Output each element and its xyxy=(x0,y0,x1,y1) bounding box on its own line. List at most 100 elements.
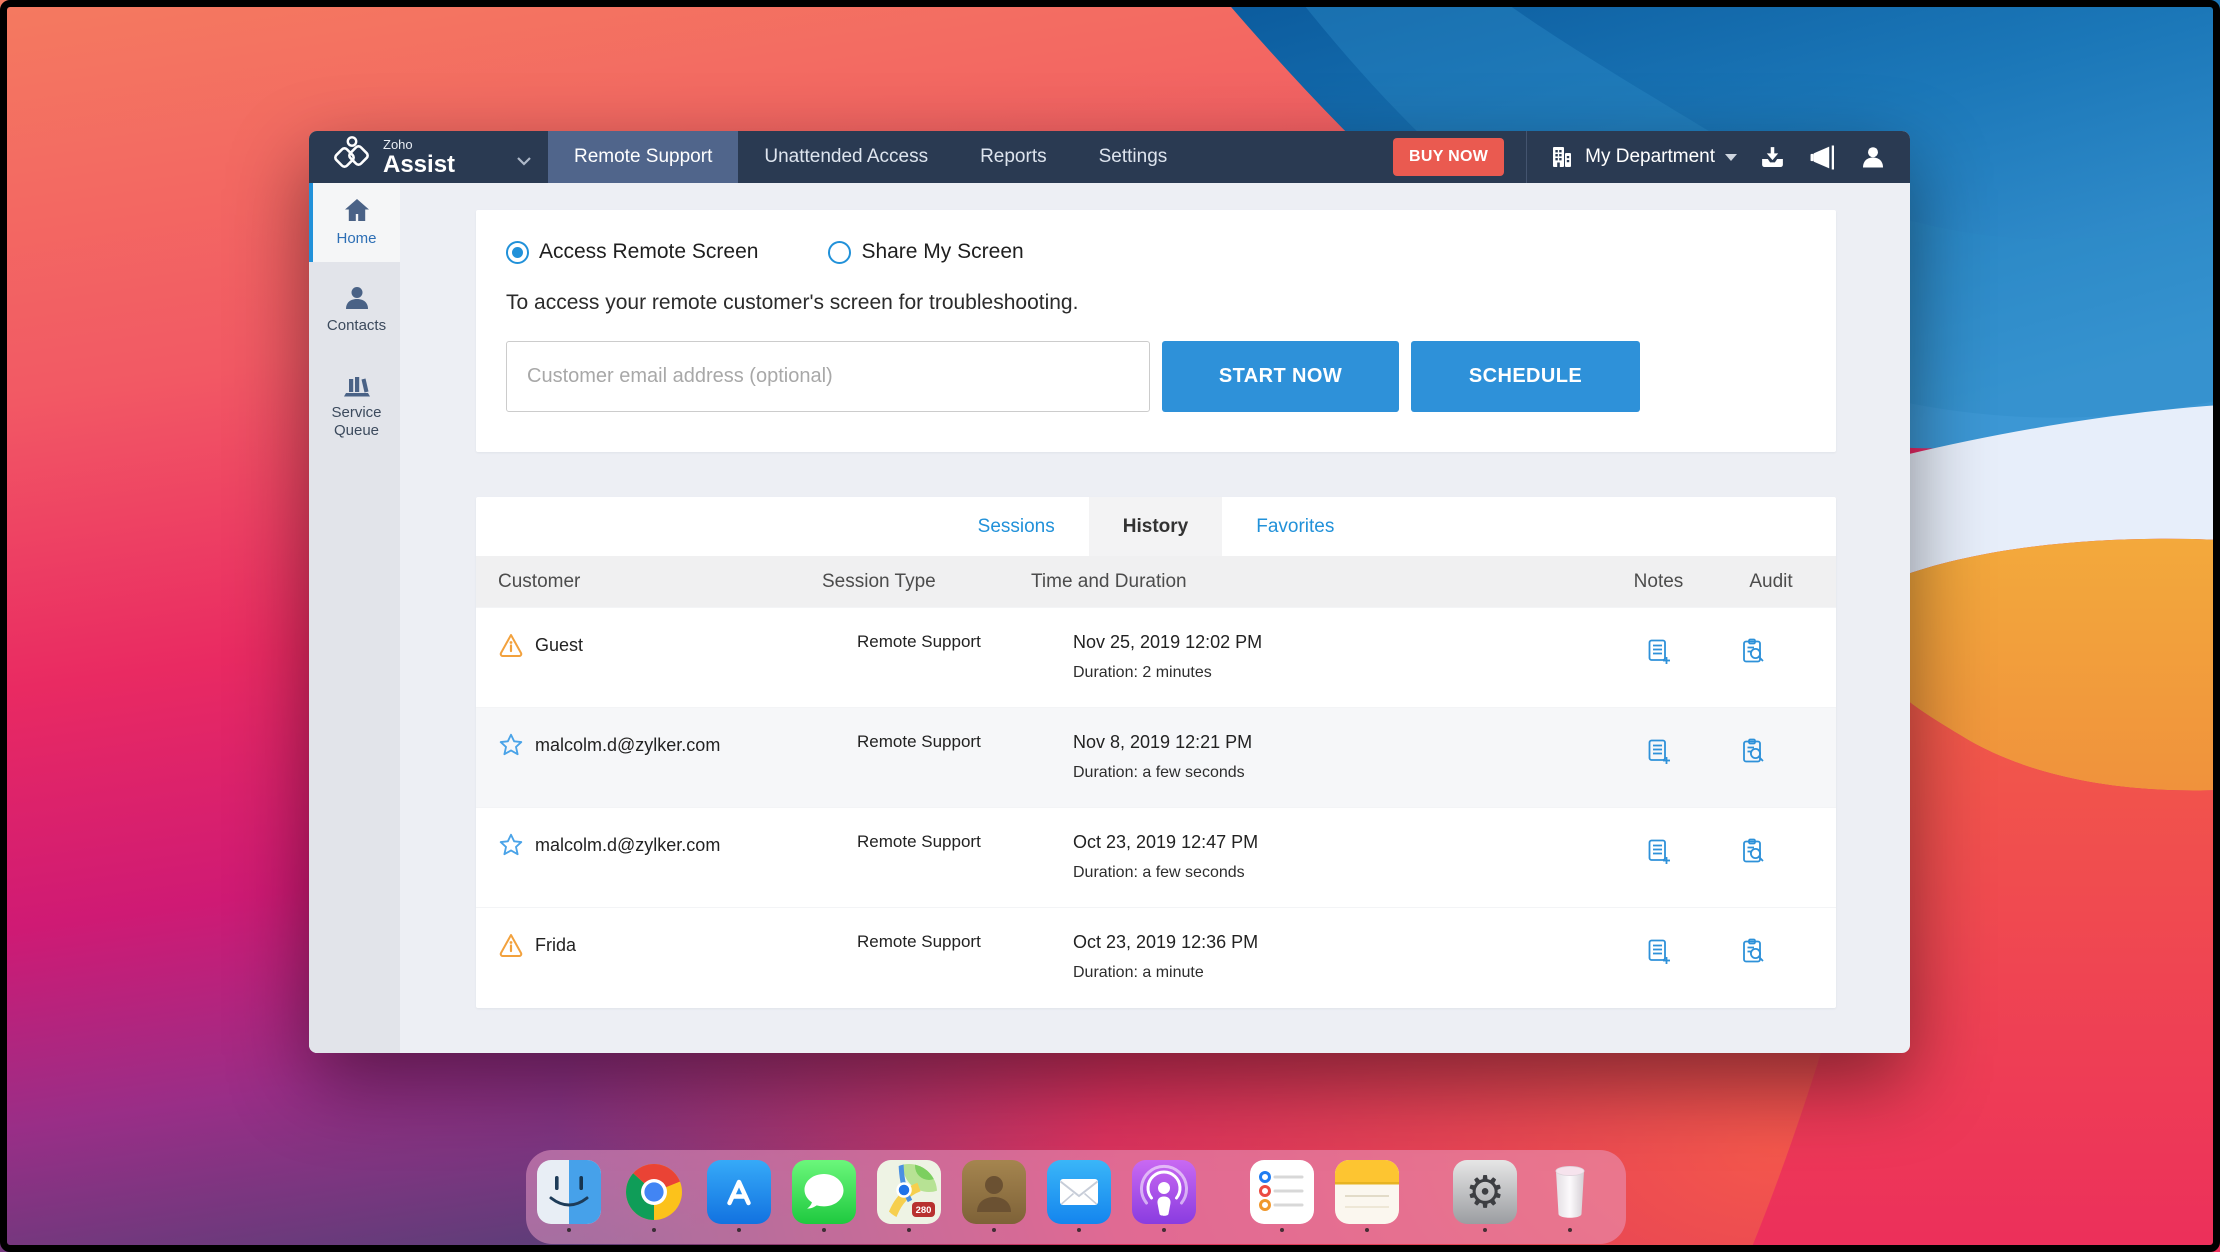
dock-notes[interactable] xyxy=(1335,1160,1399,1232)
session-type: Remote Support xyxy=(857,932,981,951)
dock-trash[interactable] xyxy=(1538,1160,1602,1232)
nav-tab-settings[interactable]: Settings xyxy=(1073,131,1194,183)
dock-finder[interactable] xyxy=(537,1160,601,1232)
app-brand[interactable]: Zoho Assist xyxy=(309,131,548,183)
history-table-row: malcolm.d@zylker.com Remote Support Nov … xyxy=(476,707,1836,807)
tab-sessions[interactable]: Sessions xyxy=(944,497,1089,556)
dock-messages[interactable] xyxy=(792,1160,856,1232)
trash-icon xyxy=(1555,1166,1585,1218)
service-queue-icon xyxy=(343,376,370,396)
dock-mail[interactable] xyxy=(1047,1160,1111,1232)
nav-tab-remote-support[interactable]: Remote Support xyxy=(548,131,739,183)
history-tabbar: Sessions History Favorites xyxy=(476,497,1836,556)
running-indicator xyxy=(1162,1228,1166,1232)
share-my-screen-option[interactable]: Share My Screen xyxy=(828,240,1024,264)
customer-name: Frida xyxy=(535,934,577,955)
running-indicator xyxy=(1568,1228,1572,1232)
time-and-duration: Nov 8, 2019 12:21 PM Duration: a few sec… xyxy=(1021,708,1611,782)
running-indicator xyxy=(1280,1228,1284,1232)
session-time: Oct 23, 2019 12:36 PM xyxy=(1073,932,1259,952)
sidebar-item-label: Home xyxy=(336,230,377,247)
mail-icon xyxy=(1047,1160,1111,1224)
sidebar-item-home[interactable]: Home xyxy=(309,183,400,262)
chrome-icon xyxy=(626,1164,682,1220)
customer-name: malcolm.d@zylker.com xyxy=(535,734,721,755)
messages-icon xyxy=(792,1160,856,1224)
maps-route-badge: 280 xyxy=(916,1205,932,1216)
department-building-icon xyxy=(1553,147,1572,167)
add-note-icon[interactable] xyxy=(1611,708,1706,765)
tab-history[interactable]: History xyxy=(1088,497,1223,556)
add-note-icon[interactable] xyxy=(1611,608,1706,665)
history-table-row: Frida Remote Support Oct 23, 2019 12:36 … xyxy=(476,907,1836,1007)
session-duration: Duration: 2 minutes xyxy=(1073,664,1212,681)
user-profile-icon[interactable] xyxy=(1860,144,1886,170)
tab-favorites[interactable]: Favorites xyxy=(1222,497,1368,556)
sidebar-item-contacts[interactable]: Contacts xyxy=(309,270,400,349)
contacts-icon xyxy=(345,286,368,309)
audit-icon[interactable] xyxy=(1706,908,1836,965)
running-indicator xyxy=(822,1228,826,1232)
radio-unselected-icon[interactable] xyxy=(828,240,852,264)
session-type: Remote Support xyxy=(857,832,981,851)
star-icon xyxy=(499,833,523,856)
download-icon[interactable] xyxy=(1759,144,1786,171)
buy-now-button[interactable]: BUY NOW xyxy=(1392,138,1505,176)
radio-selected-icon[interactable] xyxy=(506,240,529,264)
dock-chrome[interactable] xyxy=(622,1160,686,1232)
history-table-row: Guest Remote Support Nov 25, 2019 12:02 … xyxy=(476,607,1836,707)
history-table-row: malcolm.d@zylker.com Remote Support Oct … xyxy=(476,807,1836,907)
svg-text:⚙: ⚙ xyxy=(1465,1167,1504,1218)
dock-app-store[interactable] xyxy=(707,1160,771,1232)
maps-icon: 280 xyxy=(877,1160,941,1224)
primary-nav-tabs: Remote Support Unattended Access Reports… xyxy=(548,131,1193,183)
sidebar-item-label: Service Queue xyxy=(331,403,382,440)
schedule-button[interactable]: SCHEDULE xyxy=(1411,341,1640,412)
dock-reminders[interactable] xyxy=(1250,1160,1314,1232)
dock-contacts[interactable] xyxy=(962,1160,1026,1232)
session-type: Remote Support xyxy=(857,732,981,751)
session-action-row: START NOW SCHEDULE xyxy=(506,341,1836,412)
department-selector[interactable]: My Department xyxy=(1549,144,1737,170)
system-preferences-icon: ⚙ xyxy=(1453,1160,1517,1224)
dock-maps[interactable]: 280 xyxy=(877,1160,941,1232)
customer-email-input[interactable] xyxy=(506,341,1150,412)
sidebar-item-service-queue[interactable]: Service Queue xyxy=(309,357,400,455)
access-remote-screen-label: Access Remote Screen xyxy=(539,240,759,263)
department-chevron-down-icon xyxy=(1725,153,1737,161)
reminders-icon xyxy=(1250,1160,1314,1224)
session-description: To access your remote customer's screen … xyxy=(506,291,1079,314)
add-note-icon[interactable] xyxy=(1611,908,1706,965)
running-indicator xyxy=(992,1228,996,1232)
sidebar: Home Contacts Service Queue xyxy=(309,183,400,1053)
session-duration: Duration: a few seconds xyxy=(1073,764,1245,781)
history-table-header: Customer Session Type Time and Duration … xyxy=(476,556,1836,607)
running-indicator xyxy=(1077,1228,1081,1232)
nav-tab-unattended-access[interactable]: Unattended Access xyxy=(738,131,954,183)
audit-icon[interactable] xyxy=(1706,808,1836,865)
nav-tab-reports[interactable]: Reports xyxy=(954,131,1073,183)
dock-podcasts[interactable] xyxy=(1132,1160,1196,1232)
dock-system-preferences[interactable]: ⚙ xyxy=(1453,1160,1517,1232)
col-customer: Customer xyxy=(498,570,581,592)
department-label: My Department xyxy=(1585,146,1715,167)
audit-icon[interactable] xyxy=(1706,708,1836,765)
running-indicator xyxy=(567,1228,571,1232)
main-content: Access Remote Screen Share My Screen To … xyxy=(400,183,1910,1053)
session-start-card: Access Remote Screen Share My Screen To … xyxy=(476,210,1836,452)
running-indicator xyxy=(1483,1228,1487,1232)
warning-icon xyxy=(499,934,523,957)
access-remote-screen-option[interactable]: Access Remote Screen xyxy=(506,240,758,264)
session-time: Nov 8, 2019 12:21 PM xyxy=(1073,732,1253,752)
session-duration: Duration: a minute xyxy=(1073,964,1204,981)
contacts-icon xyxy=(962,1160,1026,1224)
customer-name: malcolm.d@zylker.com xyxy=(535,834,721,855)
start-now-button[interactable]: START NOW xyxy=(1162,341,1399,412)
add-note-icon[interactable] xyxy=(1611,808,1706,865)
announcements-megaphone-icon[interactable] xyxy=(1808,144,1838,171)
audit-icon[interactable] xyxy=(1706,608,1836,665)
brand-chevron-down-icon[interactable] xyxy=(516,153,532,171)
time-and-duration: Oct 23, 2019 12:47 PM Duration: a few se… xyxy=(1021,808,1611,882)
warning-icon xyxy=(499,634,523,657)
home-icon xyxy=(344,199,369,221)
